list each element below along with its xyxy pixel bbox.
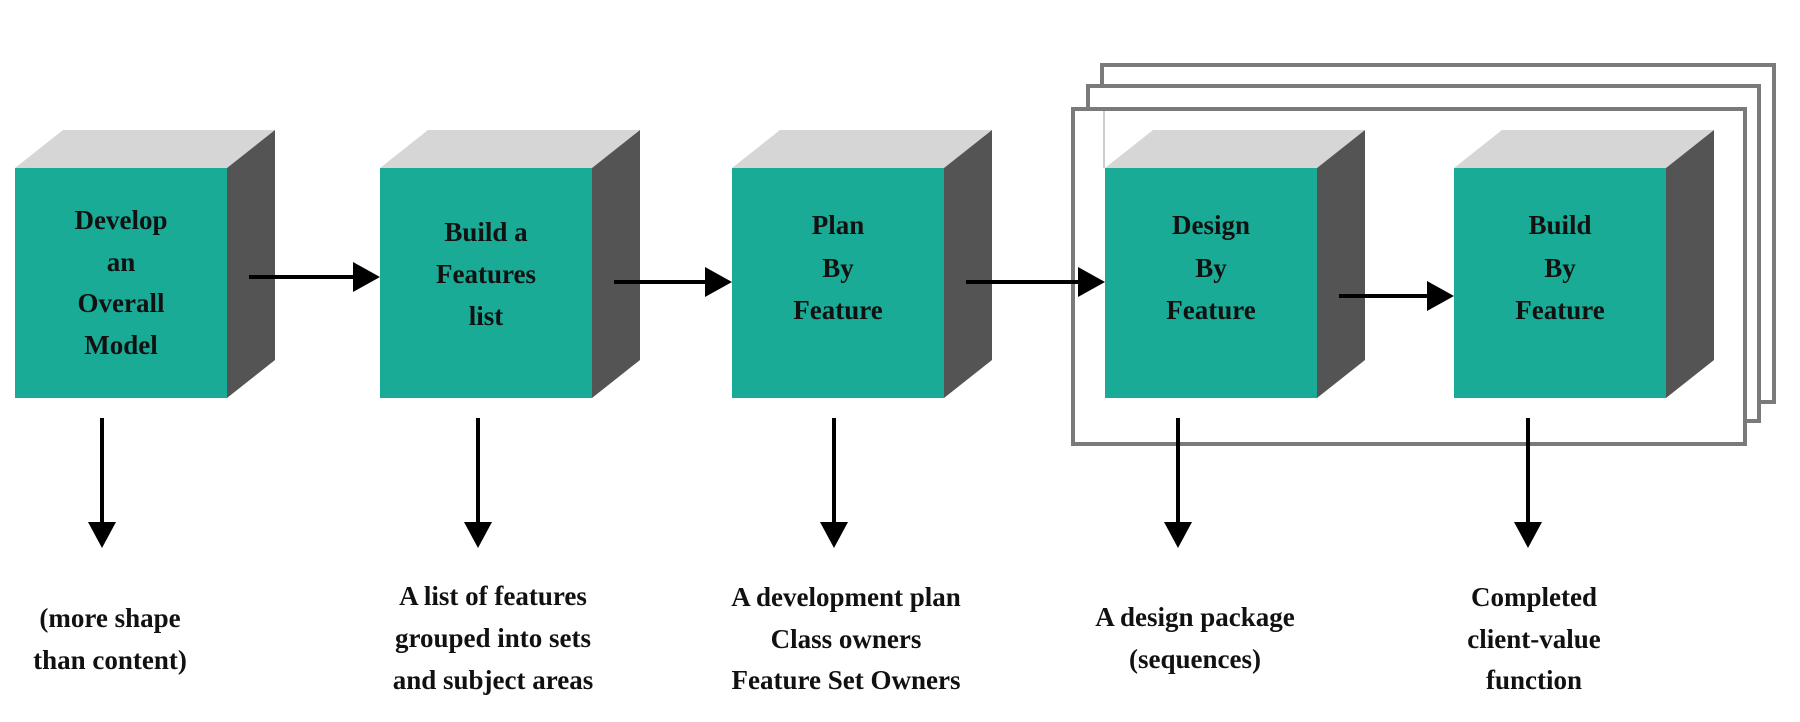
- output-text-line: (sequences): [1129, 644, 1261, 674]
- box-front-face: [1454, 168, 1666, 398]
- step-label-line: an: [107, 247, 136, 277]
- output-text-line: Class owners: [771, 624, 922, 654]
- step-box-build-by-feature: Build By Feature: [1454, 130, 1714, 398]
- output-text-line: Feature Set Owners: [732, 665, 961, 695]
- output-text-line: Completed: [1471, 582, 1597, 612]
- step-box-build-features-list: Build a Features list: [380, 130, 640, 398]
- step-output-build-features-list: A list of features grouped into sets and s…: [393, 581, 594, 695]
- box-side-face: [1666, 130, 1714, 398]
- output-arrow-build-features-list: [464, 418, 492, 548]
- box-front-face: [732, 168, 944, 398]
- step-output-develop-overall-model: (more shape than content): [33, 603, 187, 675]
- output-text-line: function: [1486, 665, 1582, 695]
- output-text-line: and subject areas: [393, 665, 594, 695]
- step-output-plan-by-feature: A development plan Class owners Feature Se…: [731, 582, 961, 695]
- arrow-head-icon: [1164, 522, 1192, 548]
- step-box-design-by-feature: Design By Feature: [1105, 130, 1365, 398]
- step-box-plan-by-feature: Plan By Feature: [732, 130, 992, 398]
- box-side-face: [592, 130, 640, 398]
- fdd-process-diagram: Develop an Overall Model Build a Features list…: [15, 63, 1776, 695]
- step-label-line: By: [1544, 253, 1576, 283]
- step-label-line: Feature: [793, 295, 882, 325]
- arrow-head-icon: [820, 522, 848, 548]
- output-text-line: (more shape: [39, 603, 180, 633]
- output-text-line: client-value: [1467, 624, 1600, 654]
- box-front-face: [15, 168, 227, 398]
- step-label-line: Features: [436, 259, 536, 289]
- step-label-line: list: [469, 301, 504, 331]
- box-side-face: [227, 130, 275, 398]
- output-text-line: grouped into sets: [395, 623, 591, 653]
- arrow-head-icon: [705, 267, 732, 297]
- step-label-line: Develop: [75, 205, 168, 235]
- step-label-line: Feature: [1166, 295, 1255, 325]
- output-arrow-develop-overall-model: [88, 418, 116, 548]
- arrow-head-icon: [88, 522, 116, 548]
- output-text-line: A development plan: [731, 582, 961, 612]
- step-label-line: Plan: [812, 210, 865, 240]
- step-label-line: Build a: [444, 217, 528, 247]
- arrow-head-icon: [353, 262, 380, 292]
- step-label-line: Overall: [78, 288, 165, 318]
- step-label-line: By: [822, 253, 854, 283]
- box-side-face: [944, 130, 992, 398]
- step-label-line: Design: [1172, 210, 1250, 240]
- step-output-build-by-feature: Completed client-value function: [1467, 582, 1600, 695]
- arrow-head-icon: [1514, 522, 1542, 548]
- step-output-design-by-feature: A design package (sequences): [1095, 602, 1295, 674]
- process-steps: Develop an Overall Model Build a Features list…: [15, 130, 1714, 398]
- step-label-line: Model: [84, 330, 158, 360]
- box-side-face: [1317, 130, 1365, 398]
- step-label-line: Feature: [1515, 295, 1604, 325]
- arrow-head-icon: [464, 522, 492, 548]
- step-label-line: Build: [1528, 210, 1591, 240]
- output-text-line: A design package: [1095, 602, 1295, 632]
- step-label-line: By: [1195, 253, 1227, 283]
- output-text-line: than content): [33, 645, 187, 675]
- step-box-develop-overall-model: Develop an Overall Model: [15, 130, 275, 398]
- box-front-face: [1105, 168, 1317, 398]
- output-arrow-plan-by-feature: [820, 418, 848, 548]
- output-text-line: A list of features: [399, 581, 587, 611]
- step-outputs: (more shape than content) A list of featur…: [33, 581, 1601, 695]
